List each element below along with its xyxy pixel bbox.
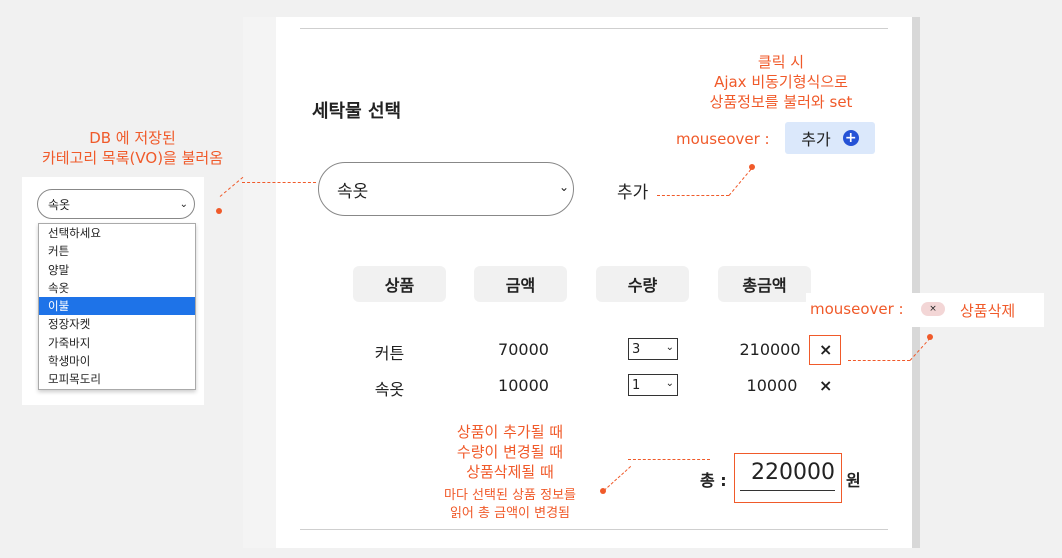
annotation-line: Ajax 비동기형식으로 [714,73,848,91]
category-select-value: 속옷 [337,181,369,202]
annotation-total-update-detail: 마다 선택된 상품 정보를 읽어 총 금액이 변경됨 [400,487,620,523]
header-quantity: 수량 [596,266,689,302]
add-button[interactable]: 추가 [617,178,648,203]
category-option[interactable]: 학생마이 [39,352,195,370]
annotation-line: 상품이 추가될 때 [456,423,564,441]
quantity-select[interactable]: 1 ⌄ [628,374,678,396]
scrollbar[interactable] [912,17,920,548]
annotation-line: 카테고리 목록(VO)을 불러옴 [41,149,224,167]
row-product: 속옷 [374,380,405,399]
quantity-value: 3 [632,341,641,357]
row-price: 10000 [498,376,549,395]
annotation-category-load: DB 에 저장된 카테고리 목록(VO)을 불러옴 [0,128,265,168]
annotation-connector [242,182,316,183]
annotation-line: 클릭 시 [757,53,805,71]
annotation-line: 상품정보를 불러와 set [709,93,853,111]
category-option-list: 선택하세요 커튼 양말 속옷 이불 정장자켓 가죽바지 학생마이 모피목도리 [38,223,196,390]
quantity-select[interactable]: 3 ⌄ [628,338,678,360]
annotation-connector [657,195,729,196]
row-product: 커튼 [374,344,405,363]
category-option[interactable]: 정장자켓 [39,315,195,333]
category-option[interactable]: 모피목도리 [39,370,195,388]
category-select[interactable]: 속옷 ⌄ [318,162,574,216]
annotation-delete-label: 상품삭제 [960,302,1016,320]
row-total: 10000 [746,376,798,395]
annotation-line: 읽어 총 금액이 변경됨 [449,506,571,521]
row-total: 210000 [739,340,801,359]
annotation-line: 수량이 변경될 때 [456,443,564,461]
category-option[interactable]: 커튼 [39,242,195,260]
header-product: 상품 [353,266,446,302]
quantity-value: 1 [632,377,641,393]
annotation-connector [848,360,910,361]
plus-icon: + [842,130,859,146]
annotation-connector [219,176,244,197]
annotation-mouseover-delete: mouseover : [810,300,904,318]
delete-highlight-box [809,335,841,365]
total-unit: 원 [846,471,861,490]
chevron-down-icon: ⌄ [665,378,674,389]
category-option[interactable]: 가죽바지 [39,334,195,352]
category-select-demo[interactable]: 속옷 ⌄ [37,189,195,219]
delete-item-button[interactable]: × [819,376,832,395]
annotation-dot [749,164,755,170]
annotation-line: 상품삭제될 때 [466,463,554,481]
category-option-selected[interactable]: 이불 [39,297,195,316]
annotation-dot [600,488,606,494]
category-option[interactable]: 양말 [39,261,195,279]
section-title: 세탁물 선택 [312,101,402,122]
chevron-down-icon: ⌄ [179,199,188,210]
add-button-hover-demo: 추가 + [785,122,875,154]
top-divider [300,28,888,29]
annotation-dot [927,334,933,340]
annotation-dot [216,208,222,214]
header-total: 총금액 [718,266,811,302]
category-select-value: 속옷 [48,197,71,212]
annotation-line: DB 에 저장된 [89,129,176,147]
total-amount: 220000 [751,460,835,485]
category-option[interactable]: 선택하세요 [39,224,195,242]
header-price: 금액 [474,266,567,302]
panel-gutter [243,17,276,548]
close-icon: × [921,302,945,316]
annotation-line: 마다 선택된 상품 정보를 [444,488,576,503]
annotation-ajax: 클릭 시 Ajax 비동기형식으로 상품정보를 불러와 set [676,52,886,112]
total-label: 총 : [700,471,727,490]
annotation-total-update: 상품이 추가될 때 수량이 변경될 때 상품삭제될 때 [430,422,590,482]
add-button-label: 추가 [801,130,831,149]
annotation-mouseover-add: mouseover : [676,130,770,148]
total-underline [740,490,835,491]
chevron-down-icon: ⌄ [665,342,674,353]
chevron-down-icon: ⌄ [558,180,569,194]
annotation-connector [628,459,710,460]
row-price: 70000 [498,340,549,359]
category-option[interactable]: 속옷 [39,279,195,297]
bottom-divider [300,529,888,530]
